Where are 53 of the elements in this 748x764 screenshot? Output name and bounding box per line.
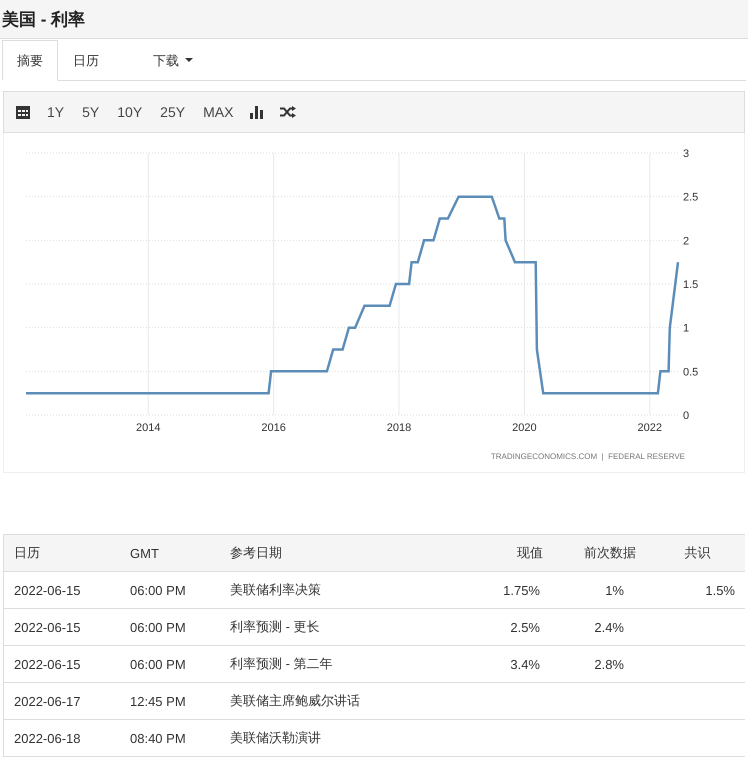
table-cell: 美联储沃勒演讲 bbox=[230, 730, 321, 745]
page-title: 美国 - 利率 bbox=[2, 8, 86, 30]
table-cell: 06:00 PM bbox=[130, 582, 186, 598]
table-cell: 1.75% bbox=[503, 582, 540, 598]
range-button[interactable]: MAX bbox=[194, 97, 242, 127]
table-cell: 2.4% bbox=[594, 620, 624, 634]
table-cell: 12:45 PM bbox=[130, 694, 186, 708]
table-cell: 2022-06-17 bbox=[14, 694, 80, 708]
axis-label: 2016 bbox=[261, 422, 286, 434]
axis-label: 2020 bbox=[512, 422, 537, 434]
table-cell: 2022-06-18 bbox=[14, 730, 80, 746]
column-header: 日历 bbox=[14, 545, 40, 560]
table-cell: 美联储利率决策 bbox=[230, 582, 321, 597]
table-cell: 利率预测 - 第二年 bbox=[230, 656, 333, 671]
table-cell: 2022-06-15 bbox=[14, 620, 80, 634]
axis-label: 1 bbox=[683, 322, 690, 335]
table-cell: 06:00 PM bbox=[130, 656, 186, 672]
axis-label: 2 bbox=[683, 235, 690, 248]
table-cell: 1% bbox=[605, 582, 624, 598]
table-cell: 2.5% bbox=[510, 620, 540, 634]
column-header: GMT bbox=[130, 546, 159, 560]
table-cell: 2.8% bbox=[594, 656, 624, 672]
table-cell: 06:00 PM bbox=[130, 620, 186, 634]
axis-label: 2022 bbox=[638, 422, 662, 434]
table-cell: 美联储主席鲍威尔讲话 bbox=[230, 693, 360, 708]
range-button[interactable]: 1Y bbox=[38, 97, 74, 127]
range-button[interactable]: 5Y bbox=[73, 97, 108, 127]
table-cell: 3.4% bbox=[510, 656, 540, 672]
axis-label: 0 bbox=[683, 410, 690, 422]
column-header: 共识 bbox=[684, 545, 710, 560]
tab[interactable]: 下载 bbox=[138, 40, 208, 81]
axis-label: 3 bbox=[683, 148, 690, 160]
axis-label: 1.5 bbox=[683, 279, 698, 291]
tab[interactable]: 摘要 bbox=[2, 40, 58, 81]
column-header: 现值 bbox=[517, 545, 543, 560]
source-note: TRADINGECONOMICS.COM | FEDERAL RESERVE bbox=[490, 452, 685, 461]
table-cell: 1.5% bbox=[705, 582, 735, 598]
axis-label: 2.5 bbox=[683, 192, 698, 204]
table-cell: 2022-06-15 bbox=[14, 656, 80, 672]
tab[interactable]: 日历 bbox=[58, 40, 114, 81]
column-header: 前次数据 bbox=[584, 545, 636, 560]
shuffle-icon bbox=[280, 106, 296, 118]
calendar-icon bbox=[16, 105, 30, 119]
axis-label: 0.5 bbox=[683, 366, 698, 378]
column-header: 参考日期 bbox=[230, 545, 282, 560]
axis-label: 2018 bbox=[386, 422, 412, 434]
range-button[interactable]: 25Y bbox=[151, 97, 194, 127]
bar-chart-icon bbox=[250, 106, 264, 118]
table-cell: 08:40 PM bbox=[130, 730, 186, 746]
axis-label: 2014 bbox=[136, 422, 160, 434]
range-button[interactable]: 10Y bbox=[108, 97, 152, 127]
table-cell: 2022-06-15 bbox=[14, 582, 80, 598]
table-cell: 利率预测 - 更长 bbox=[230, 619, 320, 634]
